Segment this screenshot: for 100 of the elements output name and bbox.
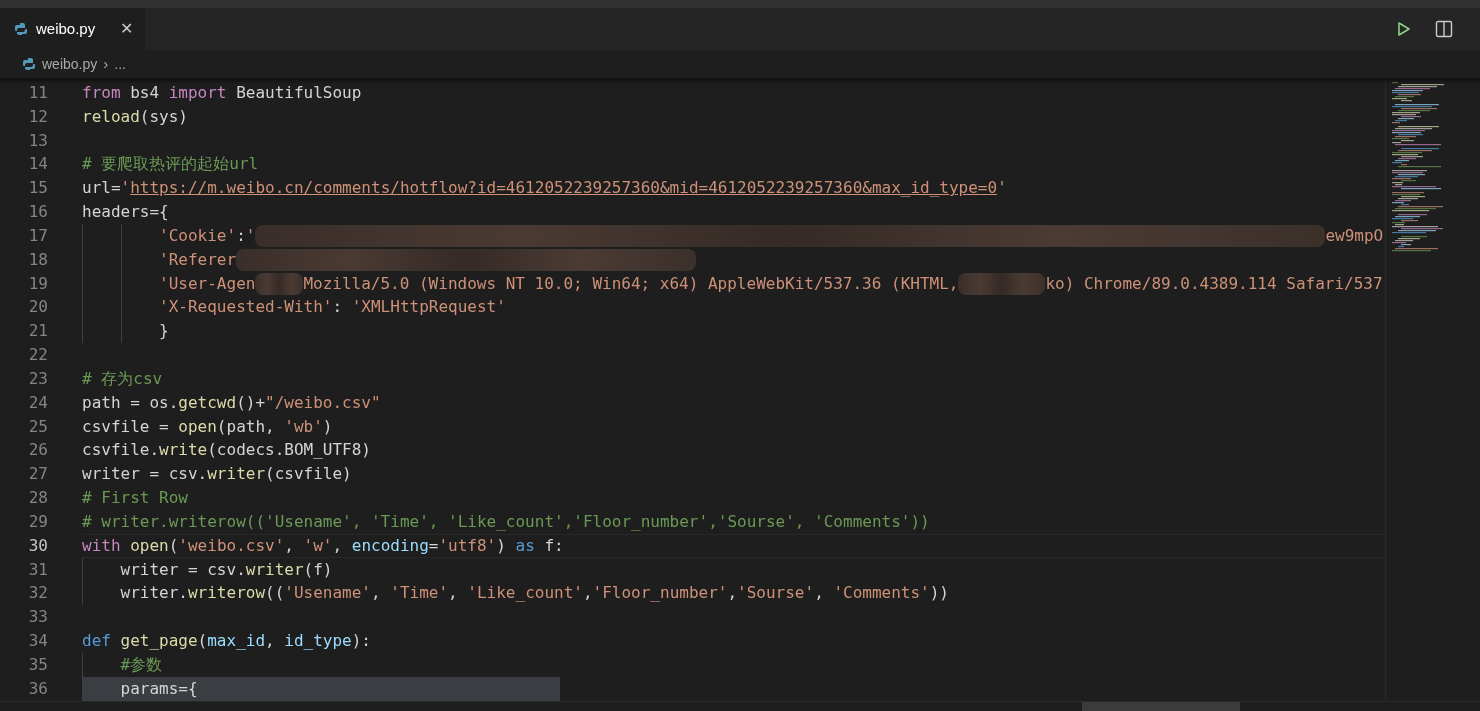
code-text: write (159, 439, 208, 462)
code-text: Mozilla/5.0 (Windows NT 10.0; Win64; x64) AppleWebKit/537.36 (KHTML, (303, 272, 959, 295)
line-number: 36 (27, 677, 48, 700)
code-text: import (168, 82, 227, 104)
line-number: 11 (27, 82, 48, 104)
code-text: ko) Chrome/89.0.4389.114 Safari/537 (1045, 272, 1383, 295)
line-number: 26 (27, 439, 48, 462)
code-text: 'Sourse' (737, 582, 815, 605)
tab-label: weibo.py (36, 18, 96, 39)
code-text: getcwd (178, 391, 237, 414)
code-text: , (582, 582, 593, 605)
code-text: , (371, 582, 382, 605)
line-number: 21 (27, 320, 48, 343)
python-file-icon (14, 22, 28, 36)
code-text: (codecs.BOM_UTF8) (207, 439, 371, 462)
code-text: ( (168, 534, 179, 557)
code-text: writerow (187, 582, 266, 605)
code-text: bs4 (129, 82, 161, 104)
line-number: 34 (27, 630, 48, 653)
code-text: open (130, 534, 169, 557)
breadcrumb-separator: › (103, 53, 109, 74)
line-number: 18 (27, 248, 48, 271)
code-text: csvfile. (82, 439, 160, 462)
line-number: 33 (27, 606, 48, 629)
code-text: (csvfile) (265, 463, 352, 486)
line-number: 29 (27, 510, 48, 533)
python-file-icon (22, 57, 36, 71)
code-text: , (284, 534, 295, 557)
code-text: 'Cookie' (158, 224, 237, 247)
code-text: f: (543, 534, 564, 557)
code-text: 'utf8' (438, 534, 497, 557)
code-text: writer = csv. (82, 463, 208, 486)
line-number: 32 (27, 582, 48, 605)
line-number: 14 (27, 153, 48, 176)
code-text: (sys) (139, 105, 188, 128)
code-text: 'wb' (284, 415, 323, 438)
code-text: csvfile = (82, 415, 170, 438)
code-text: "/weibo.csv" (265, 391, 381, 414)
code-text: : (236, 224, 246, 247)
line-number: 28 (27, 487, 48, 510)
code-text: 'Floor_number' (592, 582, 728, 605)
code-text: 'w' (303, 534, 333, 557)
line-number: 27 (27, 463, 48, 486)
scrollbar-thumb[interactable] (1082, 702, 1240, 711)
code-text: , (332, 534, 344, 557)
line-number: 31 (27, 558, 48, 581)
code-text: as (515, 534, 535, 557)
line-number: 20 (27, 296, 48, 319)
code-text: 'Usename' (284, 582, 371, 605)
code-text: #参数 (119, 653, 163, 676)
code-text: max_id (207, 630, 266, 653)
code-text: # writer.writerow(('Usename', 'Time', 'Like_count','Floor_number','Sourse', 'Comments')) (82, 510, 930, 533)
code-text: writer (245, 558, 304, 581)
line-number: 25 (27, 415, 48, 438)
code-text: ' (120, 177, 131, 200)
code-text: params={ (119, 677, 198, 700)
close-tab-button[interactable]: ✕ (120, 21, 133, 37)
code-text: )) (929, 582, 949, 605)
line-number: 17 (27, 224, 48, 247)
code-text: ' (997, 177, 1007, 200)
code-text: 'Time' (390, 582, 449, 605)
code-text: 'Like_count' (467, 582, 583, 605)
breadcrumb-item[interactable]: ... (114, 53, 126, 75)
code-text: 'X-Requested-With' (158, 296, 333, 319)
code-text: ) (496, 534, 507, 557)
code-text: id_type (284, 630, 352, 653)
url-link[interactable]: https://m.weibo.cn/comments/hotflow?id=4612052239257360&mid=4612052239257360&max_id_type=0 (130, 176, 998, 201)
line-number: 13 (27, 129, 48, 152)
code-text: # 存为csv (82, 367, 163, 390)
code-text: , (265, 630, 276, 653)
line-number: 23 (27, 367, 48, 390)
code-text: ew9mpO (1325, 224, 1384, 247)
code-text: from (82, 82, 121, 104)
code-text: url= (82, 177, 121, 200)
line-number: 12 (27, 105, 48, 128)
code-text: get_page (120, 630, 198, 653)
code-text: 'Comments' (833, 582, 930, 605)
line-number: 15 (27, 177, 48, 200)
editor-tab[interactable]: weibo.py ✕ (0, 8, 145, 50)
code-text: : (332, 296, 344, 319)
code-text: writer (207, 463, 266, 486)
code-text: = (428, 534, 439, 557)
line-number: 22 (27, 344, 48, 367)
code-text: (( (265, 582, 285, 605)
breadcrumb-item[interactable]: weibo.py (42, 53, 98, 75)
line-number: 16 (27, 201, 48, 224)
line-number: 19 (27, 272, 48, 295)
split-editor-button[interactable] (1434, 19, 1454, 39)
code-text: path = os. (82, 391, 179, 414)
code-text: headers={ (82, 201, 169, 224)
code-text: , (814, 582, 825, 605)
line-number: 30 (27, 534, 48, 557)
code-text: 'XMLHttpRequest' (351, 296, 506, 319)
code-text: writer. (119, 582, 188, 605)
code-text: reload (82, 105, 140, 128)
code-text: (f) (303, 558, 333, 581)
code-text: ) (322, 415, 333, 438)
code-text: 'weibo.csv' (178, 534, 285, 557)
code-text: 'Referer (158, 248, 237, 271)
code-text: , (448, 582, 459, 605)
